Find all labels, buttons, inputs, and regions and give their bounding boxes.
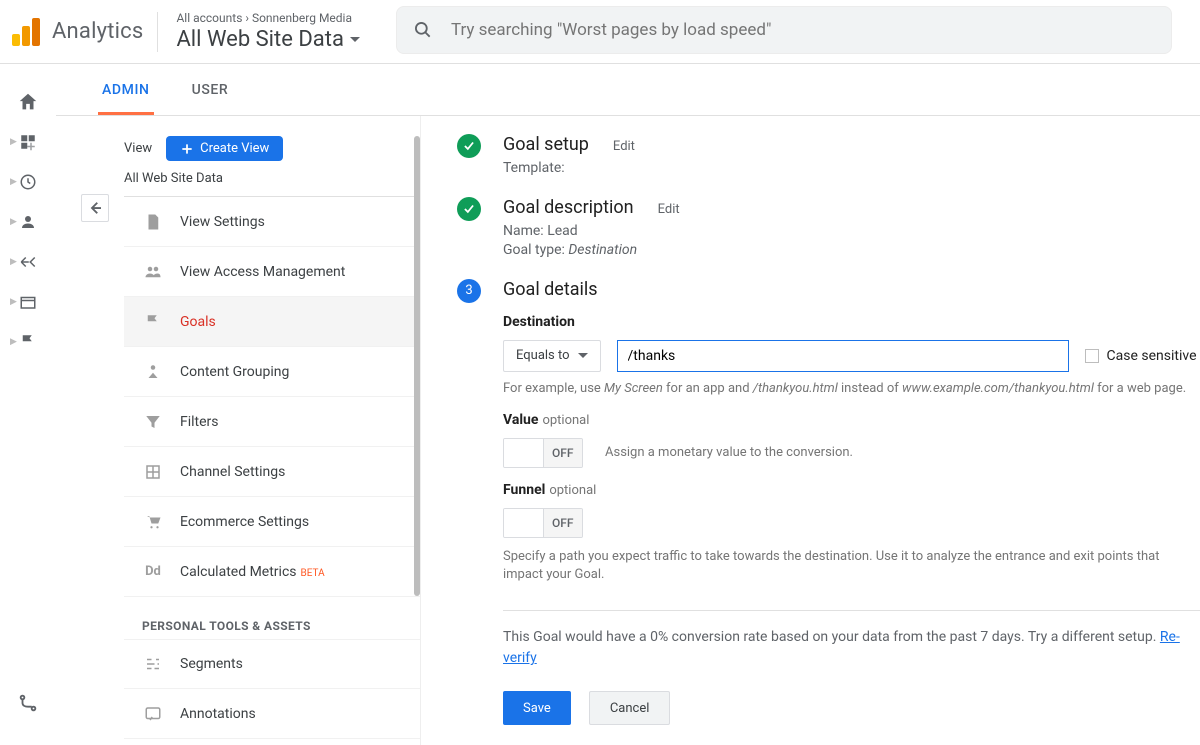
cart-icon	[142, 513, 164, 531]
view-nav-column: View Create View All Web Site Data View …	[56, 116, 421, 745]
chevron-down-icon	[578, 353, 588, 358]
acquisition-icon	[19, 253, 37, 271]
nav-section-header: PERSONAL TOOLS & ASSETS	[124, 597, 420, 639]
nav-view-settings[interactable]: View Settings	[124, 197, 420, 247]
step-number-badge: 3	[457, 279, 481, 303]
goal-detail-panel: Goal setup Edit Template: Goal descripti…	[421, 116, 1200, 745]
funnel-toggle[interactable]: OFF	[503, 508, 583, 538]
behavior-icon	[19, 293, 37, 311]
back-button[interactable]	[81, 194, 109, 222]
case-sensitive-toggle[interactable]: Case sensitive	[1085, 348, 1197, 364]
channel-icon	[142, 463, 164, 481]
clock-icon	[19, 173, 37, 191]
funnel-icon	[142, 413, 164, 431]
divider	[503, 610, 1200, 611]
checkbox-icon[interactable]	[1085, 349, 1099, 363]
value-label: Valueoptional	[503, 412, 1200, 428]
arrow-left-icon	[86, 199, 104, 217]
step-title: Goal description	[503, 197, 634, 218]
document-icon	[142, 213, 164, 231]
nav-view-access[interactable]: View Access Management	[124, 247, 420, 297]
step-title: Goal setup	[503, 134, 589, 155]
tab-admin[interactable]: ADMIN	[98, 82, 154, 115]
check-icon	[457, 134, 481, 158]
nav-calculated-metrics[interactable]: Dd Calculated MetricsBETA	[124, 547, 420, 597]
view-column-label: View	[124, 141, 152, 156]
setup-template-label: Template:	[503, 159, 1200, 179]
top-bar: Analytics All accounts › Sonnenberg Medi…	[0, 0, 1200, 64]
brand-block: Analytics	[12, 12, 158, 52]
admin-tabs: ADMIN USER	[56, 64, 1200, 116]
destination-hint: For example, use My Screen for an app an…	[503, 380, 1200, 398]
annotation-icon	[142, 705, 164, 723]
rail-attribution[interactable]	[8, 683, 48, 723]
value-toggle[interactable]: OFF	[503, 438, 583, 468]
rail-acquisition[interactable]: ▶	[8, 242, 48, 282]
people-icon	[142, 263, 164, 281]
rail-conversions[interactable]: ▶	[8, 322, 48, 362]
verify-text: This Goal would have a 0% conversion rat…	[503, 627, 1200, 669]
nav-annotations[interactable]: Annotations	[124, 689, 420, 739]
chevron-down-icon	[350, 37, 360, 42]
match-type-dropdown[interactable]: Equals to	[503, 340, 601, 372]
cancel-button[interactable]: Cancel	[589, 691, 671, 725]
segments-icon	[142, 655, 164, 673]
dashboard-icon	[19, 133, 37, 151]
funnel-desc: Specify a path you expect traffic to tak…	[503, 548, 1200, 584]
rail-audience[interactable]: ▶	[8, 202, 48, 242]
grouping-icon	[142, 363, 164, 381]
rail-behavior[interactable]: ▶	[8, 282, 48, 322]
nav-segments[interactable]: Segments	[124, 639, 420, 689]
step-goal-details: 3 Goal details Destination Equals to	[457, 279, 1200, 726]
destination-label: Destination	[503, 314, 1200, 330]
nav-filters[interactable]: Filters	[124, 397, 420, 447]
flag-icon	[19, 333, 37, 351]
rail-customization[interactable]: ▶	[8, 122, 48, 162]
attribution-icon	[17, 692, 39, 714]
value-desc: Assign a monetary value to the conversio…	[605, 445, 853, 460]
step-title: Goal details	[503, 279, 1200, 300]
destination-input[interactable]	[617, 340, 1069, 372]
step-goal-description: Goal description Edit Name: Lead Goal ty…	[457, 197, 1200, 261]
flag-icon	[142, 313, 164, 331]
nav-goals[interactable]: Goals	[124, 297, 420, 347]
analytics-logo-icon	[12, 18, 40, 46]
home-icon	[17, 91, 39, 113]
tab-user[interactable]: USER	[188, 82, 233, 115]
current-view-name[interactable]: All Web Site Data	[124, 171, 420, 197]
search-icon	[413, 20, 433, 40]
rail-home[interactable]	[8, 82, 48, 122]
funnel-label: Funneloptional	[503, 482, 1200, 498]
check-icon	[457, 197, 481, 221]
plus-icon	[180, 142, 194, 156]
product-name: Analytics	[52, 19, 143, 44]
save-button[interactable]: Save	[503, 691, 571, 725]
goal-name-row: Name: Lead Goal type: Destination	[503, 222, 1200, 261]
edit-desc-link[interactable]: Edit	[658, 202, 680, 217]
nav-content-grouping[interactable]: Content Grouping	[124, 347, 420, 397]
account-selector[interactable]: All accounts › Sonnenberg Media All Web …	[158, 11, 377, 52]
nav-ecommerce[interactable]: Ecommerce Settings	[124, 497, 420, 547]
search-box[interactable]	[396, 6, 1172, 54]
nav-channel-settings[interactable]: Channel Settings	[124, 447, 420, 497]
search-input[interactable]	[451, 20, 1155, 40]
edit-setup-link[interactable]: Edit	[613, 139, 635, 154]
person-icon	[19, 213, 37, 231]
view-dropdown[interactable]: All Web Site Data	[176, 27, 359, 52]
metrics-icon: Dd	[142, 564, 164, 579]
rail-realtime[interactable]: ▶	[8, 162, 48, 202]
left-rail: ▶ ▶ ▶ ▶ ▶ ▶	[0, 64, 56, 745]
create-view-button[interactable]: Create View	[166, 136, 283, 161]
breadcrumb: All accounts › Sonnenberg Media	[176, 11, 359, 25]
step-goal-setup: Goal setup Edit Template:	[457, 134, 1200, 179]
